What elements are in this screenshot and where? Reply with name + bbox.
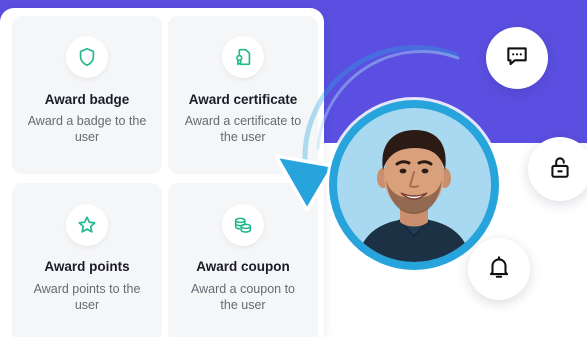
award-coupon-card[interactable]: Award coupon Award a coupon to the user xyxy=(168,183,318,337)
notifications-button[interactable] xyxy=(468,238,530,300)
award-certificate-card[interactable]: Award certificate Award a certificate to… xyxy=(168,16,318,174)
star-icon xyxy=(66,204,108,246)
award-points-description: Award points to the user xyxy=(33,282,141,312)
certificate-icon xyxy=(222,36,264,78)
award-points-title: Award points xyxy=(44,259,130,274)
award-certificate-description: Award a certificate to the user xyxy=(184,114,302,144)
bell-icon xyxy=(486,254,512,285)
award-points-card[interactable]: Award points Award points to the user xyxy=(12,183,162,337)
award-badge-description: Award a badge to the user xyxy=(27,114,147,144)
award-badge-title: Award badge xyxy=(44,92,130,107)
avatar[interactable] xyxy=(329,100,499,270)
award-certificate-title: Award certificate xyxy=(188,92,298,107)
award-badge-card[interactable]: Award badge Award a badge to the user xyxy=(12,16,162,174)
award-coupon-title: Award coupon xyxy=(196,259,290,274)
shield-icon xyxy=(66,36,108,78)
chat-bubble-icon xyxy=(504,43,530,74)
award-coupon-description: Award a coupon to the user xyxy=(190,282,295,312)
coins-icon xyxy=(222,204,264,246)
unlock-icon xyxy=(547,154,573,185)
unlock-button[interactable] xyxy=(528,137,587,201)
chat-button[interactable] xyxy=(486,27,548,89)
user-avatar-photo xyxy=(337,108,491,262)
